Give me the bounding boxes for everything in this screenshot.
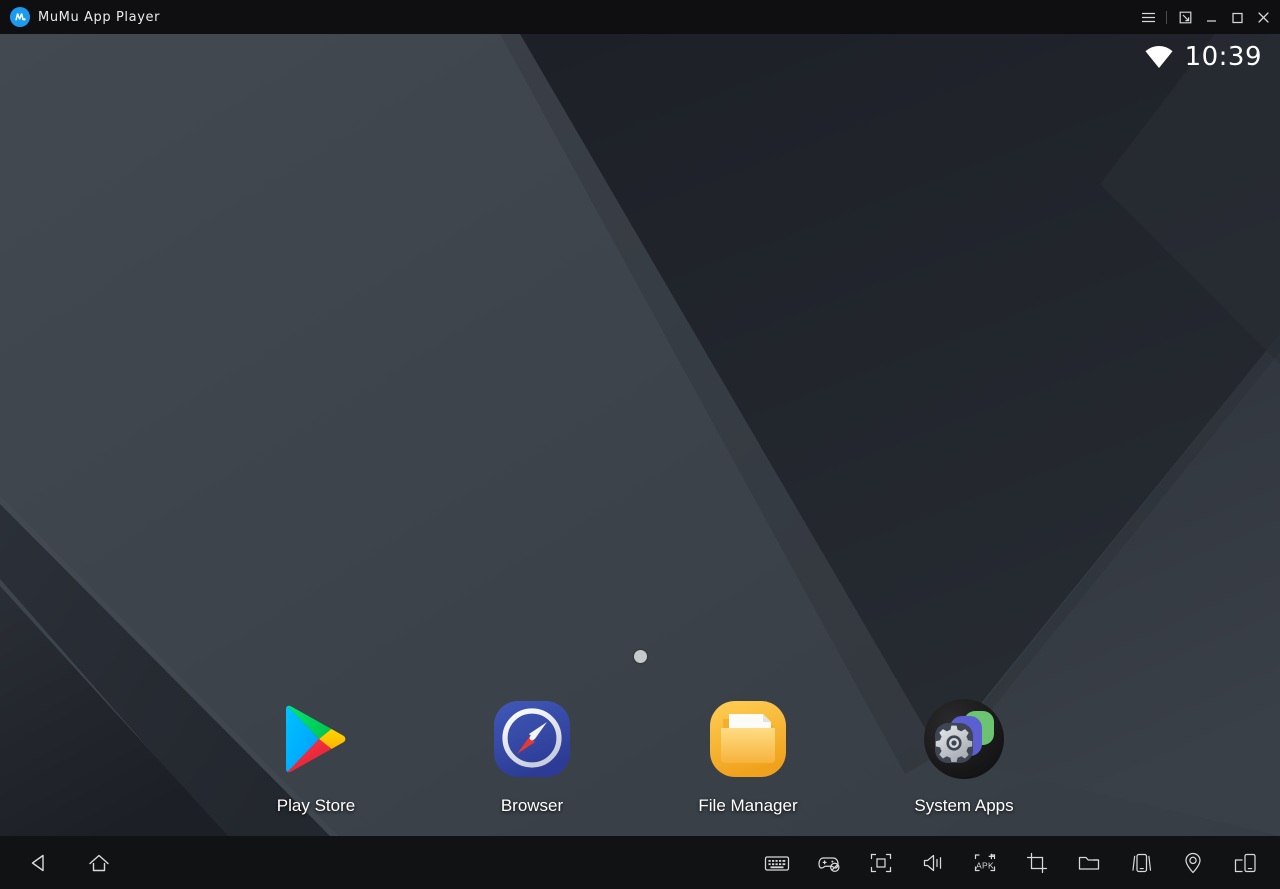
install-apk-icon[interactable]: APK [964, 842, 1006, 884]
navigation-toolbar: APK [0, 836, 1280, 889]
back-triangle-icon[interactable] [18, 842, 60, 884]
system-apps-gear-icon [922, 697, 1006, 781]
minimize-icon[interactable] [1198, 0, 1224, 34]
wifi-icon [1145, 45, 1173, 68]
status-bar-clock: 10:39 [1184, 42, 1262, 72]
resize-window-icon[interactable] [1172, 0, 1198, 34]
keyboard-icon[interactable] [756, 842, 798, 884]
gamepad-disabled-icon[interactable] [808, 842, 850, 884]
app-label: System Apps [914, 796, 1014, 815]
app-icon-play-store[interactable]: Play Store [265, 697, 367, 816]
hamburger-menu-icon[interactable] [1135, 0, 1161, 34]
shake-phone-icon[interactable] [1120, 842, 1162, 884]
app-label: File Manager [698, 796, 798, 815]
app-icon-file-manager[interactable]: File Manager [697, 697, 799, 816]
app-label: Play Store [276, 796, 356, 815]
volume-icon[interactable] [912, 842, 954, 884]
play-store-icon [274, 697, 358, 781]
svg-text:APK: APK [976, 860, 994, 870]
maximize-icon[interactable] [1224, 0, 1250, 34]
folder-icon[interactable] [1068, 842, 1110, 884]
close-icon[interactable] [1250, 0, 1276, 34]
window-controls [1135, 0, 1276, 34]
file-manager-folder-icon [706, 697, 790, 781]
home-app-row: Play Store Browser File Manager System A… [0, 697, 1280, 816]
title-bar: MuMu App Player [0, 0, 1280, 34]
app-icon-browser[interactable]: Browser [481, 697, 583, 816]
location-pin-icon[interactable] [1172, 842, 1214, 884]
android-screen: 10:39 Play Store Browser File Manager Sy… [0, 34, 1280, 836]
page-indicator-dot[interactable] [634, 650, 647, 663]
mumu-logo-icon [10, 7, 30, 27]
mumu-app-player-window: MuMu App Player 10:39 Play Store Browser… [0, 0, 1280, 889]
multi-window-icon[interactable] [1224, 842, 1266, 884]
fullscreen-icon[interactable] [860, 842, 902, 884]
app-label: Browser [500, 796, 564, 815]
crop-screenshot-icon[interactable] [1016, 842, 1058, 884]
window-controls-divider [1166, 10, 1167, 24]
window-title: MuMu App Player [38, 9, 161, 25]
status-bar: 10:39 [0, 34, 1280, 80]
app-icon-system-apps[interactable]: System Apps [913, 697, 1015, 816]
emulator-tools: APK [756, 842, 1280, 884]
home-house-icon[interactable] [78, 842, 120, 884]
android-system-buttons [0, 842, 120, 884]
browser-compass-icon [490, 697, 574, 781]
